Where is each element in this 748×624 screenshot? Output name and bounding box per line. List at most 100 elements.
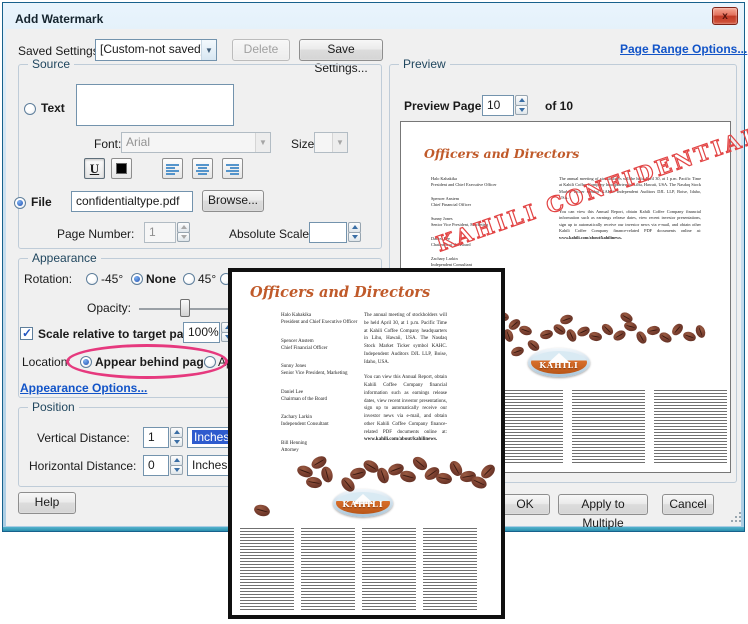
horizontal-distance-input[interactable]: 0 [143, 455, 169, 476]
absolute-scale-label: Absolute Scale: [229, 227, 313, 241]
appearance-legend: Appearance [28, 251, 101, 265]
doc-body-text-column [654, 390, 727, 464]
location-label: Location: [22, 355, 71, 369]
close-icon[interactable]: x [712, 7, 738, 25]
saved-settings-label: Saved Settings: [18, 44, 103, 58]
page-range-options-link[interactable]: Page Range Options... [620, 42, 747, 56]
delete-button[interactable]: Delete [232, 39, 290, 61]
kahili-logo-inner: KAHILI [531, 351, 587, 374]
doc-body-text-column [362, 528, 416, 612]
kahili-logo-text: KAHILI [539, 359, 579, 370]
rotation-label: Rotation: [24, 272, 73, 286]
saved-settings-value: [Custom-not saved] [100, 42, 205, 56]
align-left-button[interactable] [162, 158, 183, 179]
absolute-scale-spinner[interactable] [348, 222, 361, 243]
rotation-none-radio[interactable] [131, 273, 143, 285]
appearance-options-link[interactable]: Appearance Options... [20, 381, 147, 395]
callout-doc-heading: Officers and Directors [250, 284, 431, 301]
annotation-highlight-ellipse [66, 344, 228, 379]
person-entry: Daniel Lee Chairman of the Board [281, 389, 369, 404]
person-entry: Zachary Larkin Independent Consultant [431, 256, 551, 268]
font-color-button[interactable] [111, 158, 132, 179]
vertical-distance-spinner[interactable] [170, 427, 183, 448]
vertical-distance-input[interactable]: 1 [143, 427, 169, 448]
person-title: Attorney [281, 447, 299, 453]
kahili-logo: KAHILI [333, 489, 393, 517]
preview-page-label: Preview Page [404, 99, 482, 113]
file-name-input[interactable]: confidentialtype.pdf [71, 191, 193, 212]
doc-body-text-column [301, 528, 355, 612]
file-radio[interactable] [14, 197, 26, 209]
preview-page-input[interactable]: 10 [482, 95, 514, 116]
opacity-slider-thumb[interactable] [180, 299, 190, 317]
horizontal-distance-label: Horizontal Distance: [29, 459, 137, 473]
callout-doc-names: Halo Kahakika President and Chief Execut… [281, 312, 369, 465]
underline-button[interactable]: U [84, 158, 105, 179]
chevron-down-icon: ▼ [255, 133, 270, 152]
scale-relative-checkbox[interactable] [20, 326, 33, 340]
person-name: Sunny Jones [281, 364, 307, 369]
dialog-title: Add Watermark [15, 12, 104, 26]
align-right-button[interactable] [222, 158, 243, 179]
person-title: President and Chief Executive Officer [281, 320, 358, 326]
doc-paragraph: You can view this Annual Report, obtain … [364, 375, 447, 443]
rotation-45-radio[interactable] [183, 273, 195, 285]
person-name: Spencer Anstem [281, 338, 314, 344]
align-center-icon [196, 163, 209, 175]
page-number-input[interactable]: 1 [144, 222, 176, 243]
horizontal-distance-spinner[interactable] [170, 455, 183, 476]
person-entry: Zachary Larkin Independent Consultant [281, 414, 369, 429]
preview-doc-heading: Officers and Directors [424, 146, 580, 161]
rotation-45-label: 45° [198, 272, 217, 286]
underline-icon: U [89, 161, 100, 176]
person-name: Daniel Lee [281, 389, 304, 395]
rotation-none-label: None [146, 272, 176, 286]
page-number-label: Page Number: [57, 227, 135, 241]
browse-button[interactable]: Browse... [202, 190, 264, 212]
doc-body-text-column [240, 528, 294, 612]
horizontal-units-value: Inches [192, 458, 228, 472]
text-radio-label: Text [41, 101, 65, 115]
person-name: Bill Henning [281, 440, 307, 446]
person-entry: Bill Henning Attorney [281, 440, 369, 455]
person-title: Chief Financial Officer [281, 345, 328, 351]
apply-to-multiple-button[interactable]: Apply to Multiple [558, 494, 648, 530]
kahili-logo: KAHILI [528, 348, 590, 377]
doc-body-text-column [572, 390, 645, 464]
doc-paragraph: The annual meeting of stockholders will … [364, 313, 447, 365]
opacity-label: Opacity: [87, 301, 132, 315]
font-select[interactable]: Arial ▼ [121, 132, 271, 153]
doc-paragraph: You can view this Annual Report, obtain … [559, 208, 701, 240]
chevron-down-icon: ▼ [332, 133, 347, 152]
vertical-distance-label: Vertical Distance: [37, 431, 130, 445]
chevron-down-icon: ▼ [201, 40, 216, 60]
doc-body-text-column [423, 528, 477, 612]
color-swatch-icon [116, 163, 127, 174]
saved-settings-select[interactable]: [Custom-not saved] ▼ [95, 39, 217, 61]
align-center-button[interactable] [192, 158, 213, 179]
page-number-spinner[interactable] [177, 222, 190, 243]
font-label: Font: [94, 137, 122, 151]
kahili-logo-text: KAHILI [342, 500, 384, 511]
save-settings-button[interactable]: Save Settings... [299, 39, 383, 75]
screen: Add Watermark x Saved Settings: [Custom-… [0, 0, 748, 624]
align-right-icon [226, 163, 239, 175]
preview-legend: Preview [399, 57, 450, 71]
cancel-button[interactable]: Cancel [662, 494, 714, 515]
person-entry: Spencer Anstem Chief Financial Officer [281, 338, 369, 353]
kahili-logo-inner: KAHILI [336, 492, 390, 514]
position-legend: Position [28, 400, 79, 414]
text-radio[interactable] [24, 103, 36, 115]
help-button[interactable]: Help [18, 492, 76, 514]
preview-page-spinner[interactable] [515, 95, 528, 116]
preview-page-total: of 10 [545, 99, 574, 113]
rotation-minus45-radio[interactable] [86, 273, 98, 285]
size-select[interactable]: ▼ [314, 132, 348, 153]
absolute-scale-input[interactable] [309, 222, 347, 243]
watermark-text-input[interactable] [76, 84, 234, 126]
scale-percent-input[interactable]: 100% [183, 322, 220, 343]
person-title: President and Chief Executive Officer [431, 182, 497, 188]
resize-grip[interactable] [731, 512, 741, 522]
person-entry: Sunny Jones Senior Vice President, Marke… [281, 363, 369, 378]
ok-button[interactable]: OK [500, 494, 550, 515]
